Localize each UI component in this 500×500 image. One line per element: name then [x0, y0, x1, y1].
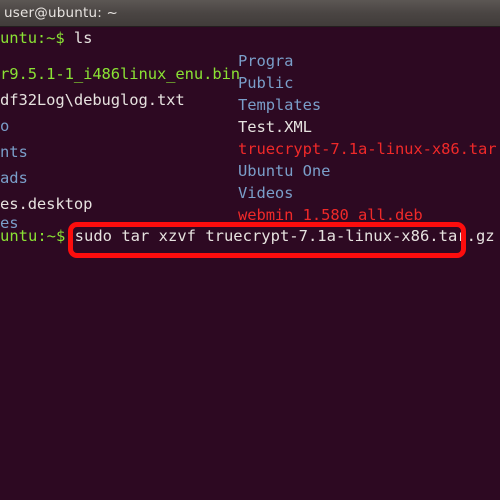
terminal-content-area[interactable]: untu:~$ ls r9.5.1-1_i486linux_enu.bin df… — [0, 27, 500, 500]
terminal-line-command: untu:~$ sudo tar xzvf truecrypt-7.1a-lin… — [0, 228, 495, 245]
listing-left-item-1: df32Log\debuglog.txt — [0, 91, 185, 109]
listing-right-item-1: Public — [238, 74, 294, 92]
prompt-spacer-2 — [65, 227, 74, 245]
window-title: user@ubuntu: ~ — [4, 5, 118, 21]
listing-right-item-0: Progra — [238, 52, 294, 70]
listing-left-item-4: ads — [0, 169, 28, 187]
listing-left-item-3: nts — [0, 143, 28, 161]
command-tar-extract: sudo tar xzvf truecrypt-7.1a-linux-x86.t… — [74, 227, 495, 245]
listing-right-item-4: truecrypt-7.1a-linux-x86.tar.gz — [238, 140, 500, 158]
window-titlebar[interactable]: user@ubuntu: ~ — [0, 0, 500, 27]
prompt-userhost: untu:~$ — [0, 29, 65, 47]
prompt-userhost-2: untu:~$ — [0, 227, 66, 245]
listing-right-item-7: webmin_1.580_all.deb — [238, 206, 423, 224]
listing-right-item-6: Videos — [238, 184, 294, 202]
prompt-spacer — [65, 29, 74, 47]
terminal-window-screenshot: user@ubuntu: ~ untu:~$ ls r9.5.1-1_i486l… — [0, 0, 500, 500]
terminal-line-prompt-ls: untu:~$ ls — [0, 30, 92, 47]
command-ls: ls — [73, 29, 93, 47]
listing-right-item-2: Templates — [238, 96, 322, 114]
listing-left-item-2: o — [0, 117, 10, 135]
listing-left-item-0: r9.5.1-1_i486linux_enu.bin — [0, 65, 241, 83]
listing-right-item-5: Ubuntu One — [238, 162, 331, 180]
listing-left-item-5: es.desktop — [0, 195, 93, 213]
listing-right-item-3: Test.XML — [238, 118, 312, 136]
